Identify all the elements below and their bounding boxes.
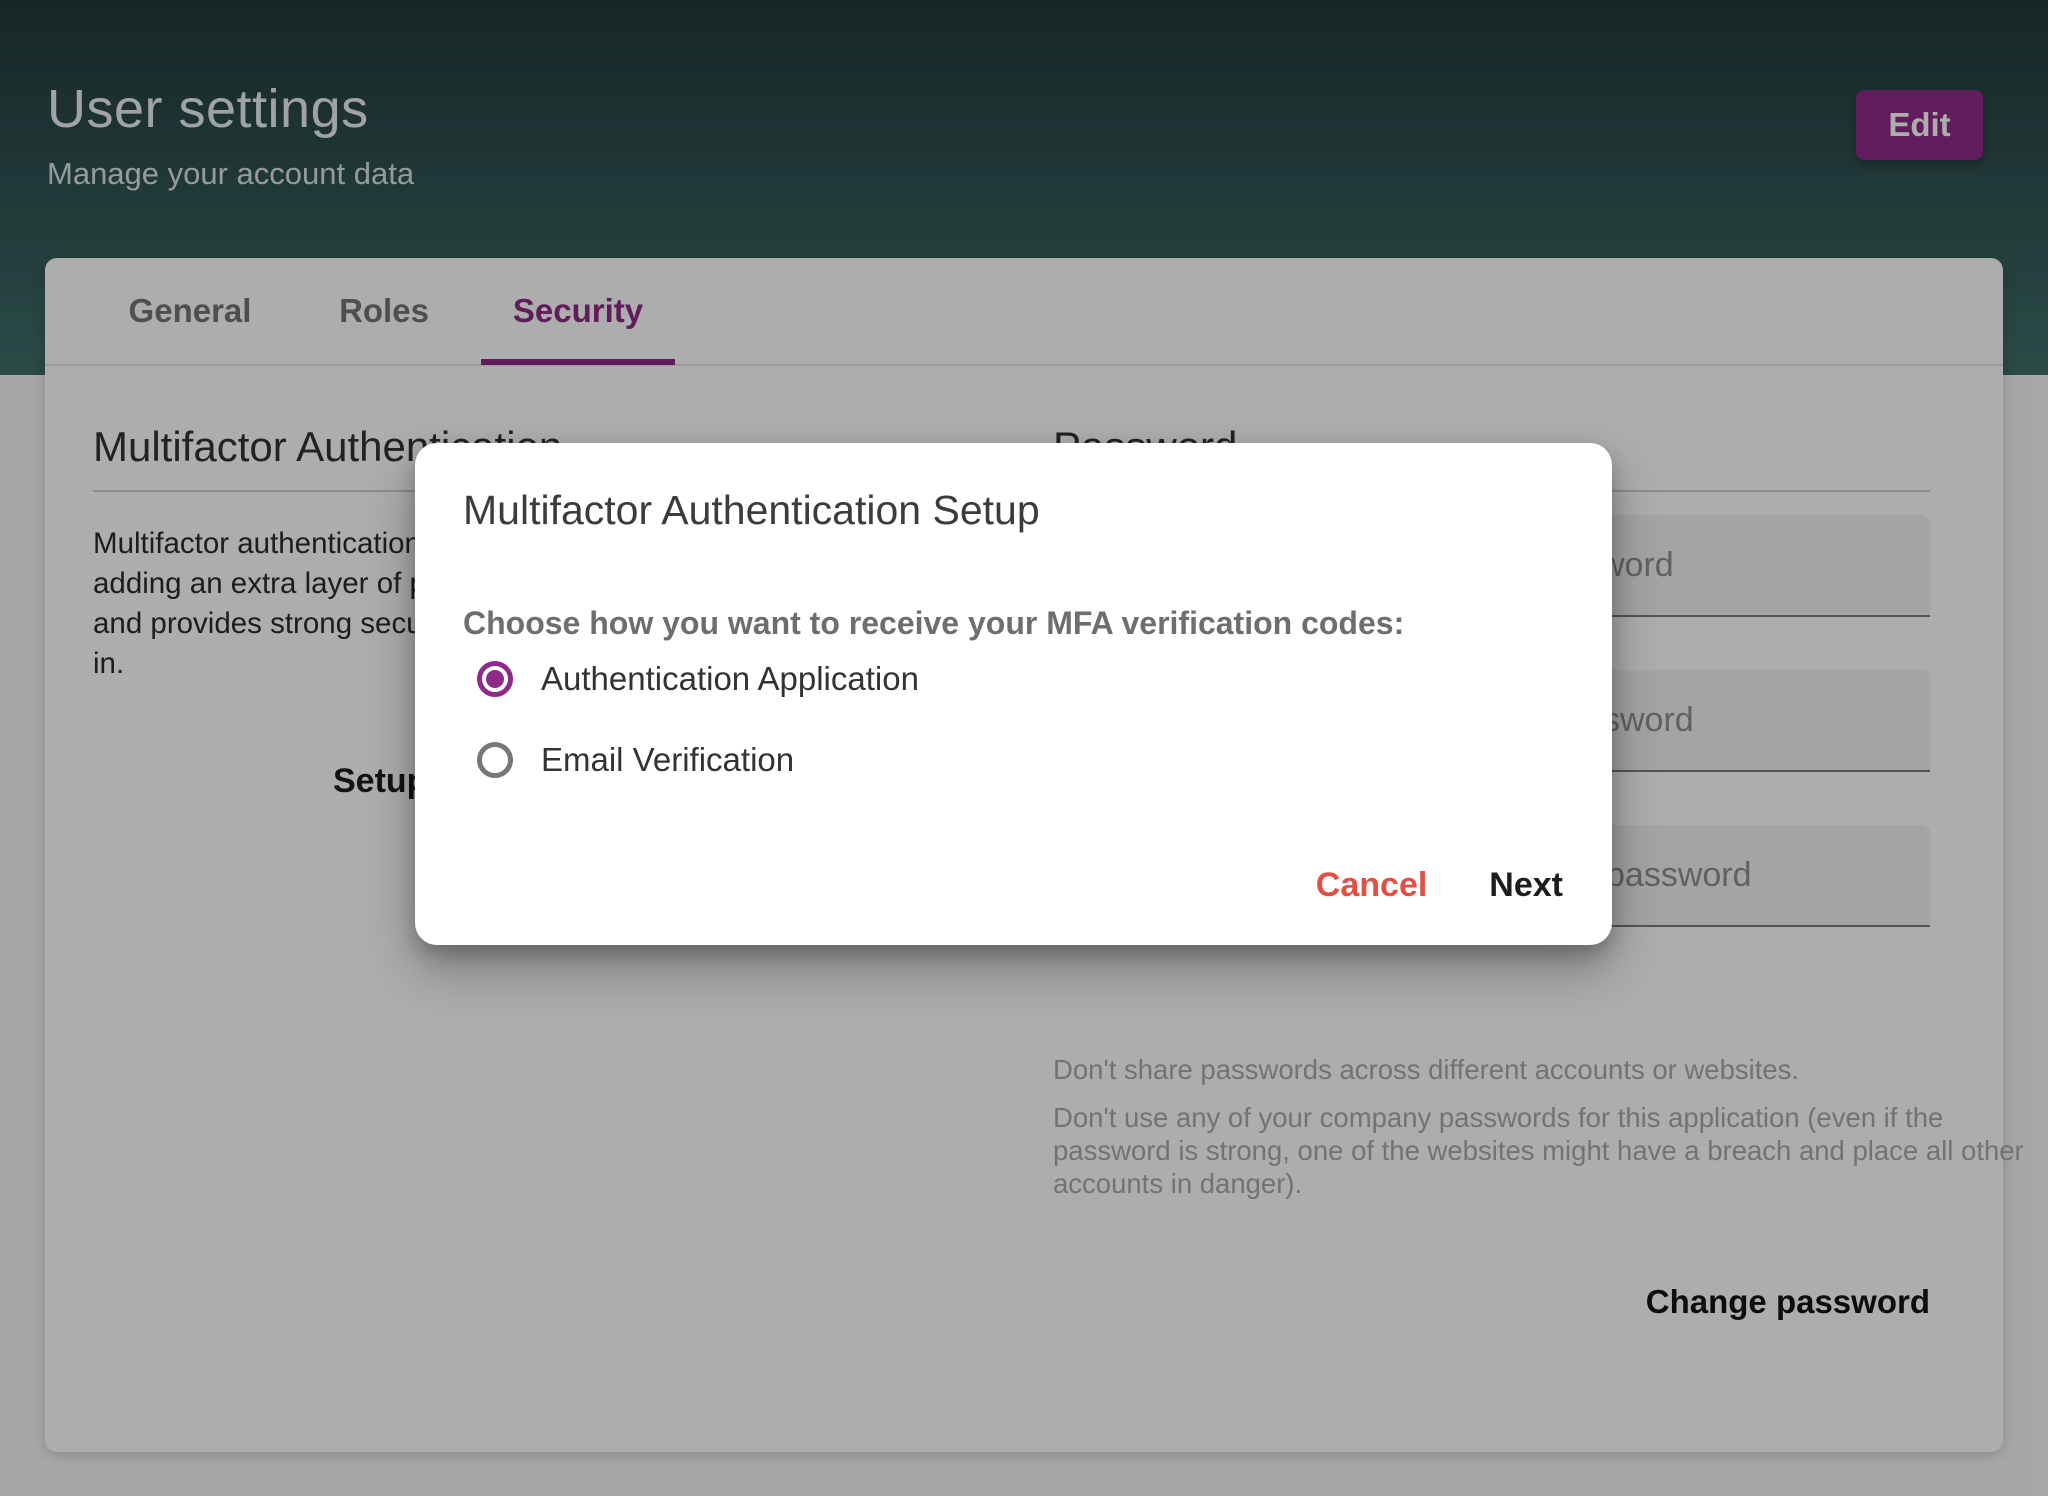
radio-unselected-icon [477, 742, 513, 778]
cancel-button[interactable]: Cancel [1316, 866, 1428, 905]
dialog-actions: Cancel Next [1316, 866, 1563, 905]
mfa-setup-dialog: Multifactor Authentication Setup Choose … [415, 443, 1612, 945]
radio-option-label: Email Verification [541, 741, 794, 779]
user-settings-screen: User settings Manage your account data E… [0, 0, 2048, 1496]
radio-selected-icon [477, 661, 513, 697]
dialog-prompt: Choose how you want to receive your MFA … [463, 605, 1404, 642]
radio-option-email-verification[interactable]: Email Verification [463, 736, 794, 784]
dialog-title: Multifactor Authentication Setup [463, 487, 1040, 534]
radio-option-authentication-application[interactable]: Authentication Application [463, 655, 919, 703]
radio-option-label: Authentication Application [541, 660, 919, 698]
next-button[interactable]: Next [1489, 866, 1563, 905]
